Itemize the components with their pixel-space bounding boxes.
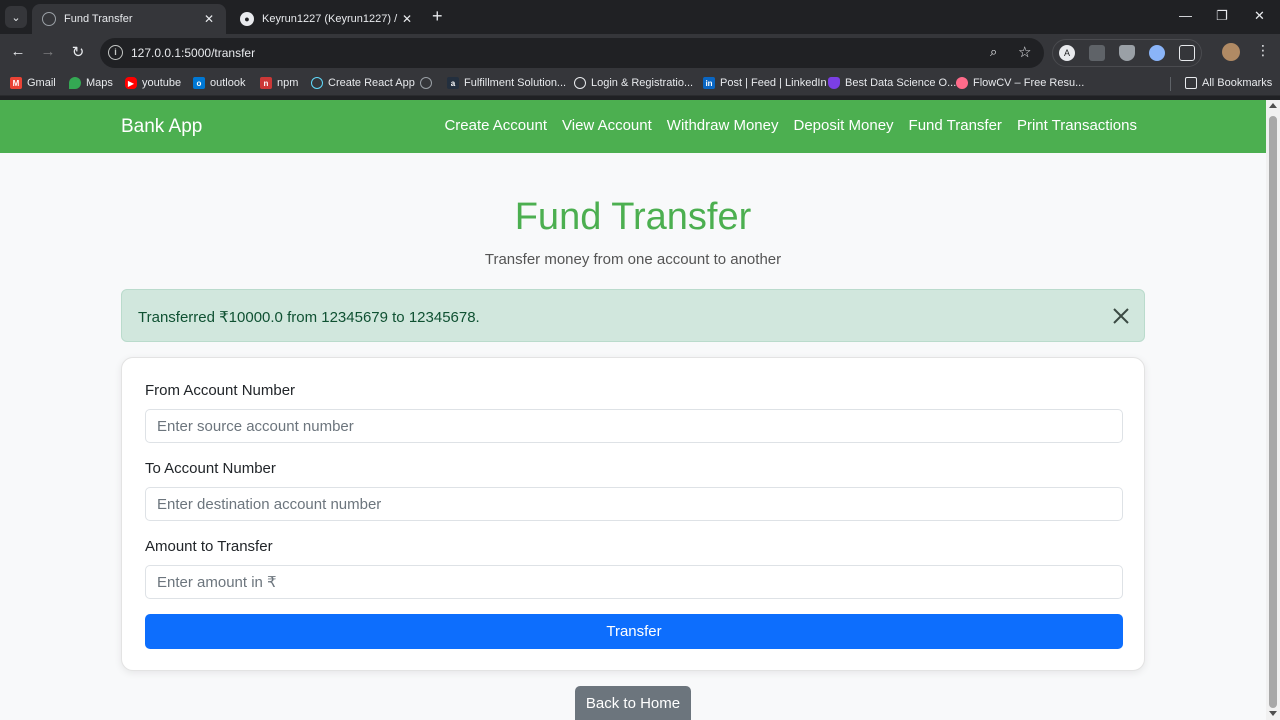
bookmark-npm[interactable]: n npm bbox=[260, 77, 298, 89]
close-icon[interactable] bbox=[1112, 307, 1130, 325]
flowcv-icon bbox=[956, 77, 968, 89]
from-account-input[interactable] bbox=[145, 409, 1123, 443]
all-bookmarks[interactable]: All Bookmarks bbox=[1185, 77, 1272, 89]
bookmark-globe[interactable] bbox=[420, 77, 437, 89]
page-subtitle: Transfer money from one account to anoth… bbox=[484, 251, 782, 268]
alert-message: Transferred ₹10000.0 from 12345679 to 12… bbox=[138, 309, 480, 326]
tab-fund-transfer[interactable]: Fund Transfer ✕ bbox=[32, 4, 226, 34]
close-tab-icon[interactable]: ✕ bbox=[400, 12, 414, 26]
zoom-icon[interactable]: ⌕ bbox=[990, 44, 997, 60]
openai-icon bbox=[574, 77, 586, 89]
nav-withdraw-money[interactable]: Withdraw Money bbox=[667, 117, 779, 134]
amazon-icon: a bbox=[447, 77, 459, 89]
bookmark-linkedin[interactable]: in Post | Feed | LinkedIn bbox=[703, 77, 827, 89]
scroll-down-icon[interactable] bbox=[1269, 711, 1277, 716]
bookmark-fulfillment[interactable]: a Fulfillment Solution... bbox=[447, 77, 566, 89]
transfer-form: From Account Number To Account Number Am… bbox=[121, 357, 1145, 671]
bookmark-star-icon[interactable]: ☆ bbox=[1018, 43, 1031, 61]
bookmark-youtube[interactable]: ▶ youtube bbox=[125, 77, 181, 89]
shield-icon bbox=[828, 77, 840, 89]
to-account-label: To Account Number bbox=[145, 460, 276, 477]
bookmark-label: npm bbox=[277, 77, 299, 89]
scroll-up-icon[interactable] bbox=[1269, 103, 1277, 108]
outlook-icon: o bbox=[193, 77, 205, 89]
folder-icon bbox=[1185, 77, 1197, 89]
back-icon[interactable]: ← bbox=[8, 43, 28, 60]
to-account-input[interactable] bbox=[145, 487, 1123, 521]
new-tab-button[interactable]: + bbox=[432, 7, 443, 25]
bookmark-login[interactable]: Login & Registratio... bbox=[574, 77, 693, 89]
globe-icon bbox=[42, 12, 56, 26]
amount-input[interactable] bbox=[145, 565, 1123, 599]
site-info-icon[interactable]: i bbox=[108, 45, 123, 60]
nav-links: Create Account View Account Withdraw Mon… bbox=[444, 117, 1137, 134]
browser-tab-bar: ⌄ Fund Transfer ✕ ● Keyrun1227 (Keyrun12… bbox=[0, 0, 1280, 34]
all-bookmarks-label: All Bookmarks bbox=[1202, 77, 1273, 89]
bookmark-outlook[interactable]: o outlook bbox=[193, 77, 245, 89]
linkedin-icon: in bbox=[703, 77, 715, 89]
url-text[interactable]: 127.0.0.1:5000/transfer bbox=[131, 46, 255, 60]
transfer-button[interactable]: Transfer bbox=[145, 614, 1123, 649]
react-icon bbox=[311, 77, 323, 89]
bookmark-label: youtube bbox=[142, 77, 182, 89]
forward-icon[interactable]: → bbox=[38, 43, 58, 60]
minimize-icon[interactable]: — bbox=[1179, 8, 1192, 23]
nav-create-account[interactable]: Create Account bbox=[444, 117, 547, 134]
bookmark-label: Gmail bbox=[27, 77, 56, 89]
page-scrollbar[interactable] bbox=[1266, 100, 1280, 720]
bookmark-label: Maps bbox=[86, 77, 113, 89]
bookmark-label: Fulfillment Solution... bbox=[464, 77, 567, 89]
extension-a-icon[interactable]: A bbox=[1059, 45, 1075, 61]
bookmark-label: Create React App bbox=[328, 77, 415, 89]
bookmark-gmail[interactable]: M Gmail bbox=[10, 77, 56, 89]
nav-deposit-money[interactable]: Deposit Money bbox=[793, 117, 893, 134]
bookmark-label: Post | Feed | LinkedIn bbox=[720, 77, 827, 89]
extension-folder-icon[interactable] bbox=[1089, 45, 1105, 61]
extension-shield-icon[interactable] bbox=[1119, 45, 1135, 61]
restore-icon[interactable]: ❐ bbox=[1216, 8, 1228, 24]
youtube-icon: ▶ bbox=[125, 77, 137, 89]
nav-fund-transfer[interactable]: Fund Transfer bbox=[909, 117, 1002, 134]
tab-search-button[interactable]: ⌄ bbox=[5, 6, 27, 28]
bookmark-maps[interactable]: Maps bbox=[69, 77, 113, 89]
bookmark-label: outlook bbox=[210, 77, 246, 89]
from-account-label: From Account Number bbox=[145, 382, 296, 399]
bookmarks-divider bbox=[1170, 77, 1171, 91]
globe-icon bbox=[420, 77, 432, 89]
bookmarks-bar: M Gmail Maps ▶ youtube o outlook n npm C… bbox=[0, 72, 1280, 96]
bookmark-flowcv[interactable]: FlowCV – Free Resu... bbox=[956, 77, 1084, 89]
bookmark-label: Best Data Science O... bbox=[845, 77, 957, 89]
close-tab-icon[interactable]: ✕ bbox=[202, 12, 216, 26]
extension-bot-icon[interactable] bbox=[1149, 45, 1165, 61]
tab-title: Fund Transfer bbox=[64, 13, 133, 25]
app-navbar: Bank App Create Account View Account Wit… bbox=[0, 100, 1266, 153]
reload-icon[interactable]: ↻ bbox=[68, 43, 88, 61]
maps-icon bbox=[69, 77, 81, 89]
address-bar[interactable]: i 127.0.0.1:5000/transfer ⌕ ☆ bbox=[100, 38, 1044, 68]
scrollbar-thumb[interactable] bbox=[1269, 116, 1277, 708]
profile-avatar[interactable] bbox=[1222, 43, 1240, 61]
nav-view-account[interactable]: View Account bbox=[562, 117, 652, 134]
page-viewport: Bank App Create Account View Account Wit… bbox=[0, 100, 1266, 720]
success-alert: Transferred ₹10000.0 from 12345679 to 12… bbox=[121, 289, 1145, 342]
extensions-puzzle-icon[interactable] bbox=[1179, 45, 1195, 61]
amount-label: Amount to Transfer bbox=[145, 538, 273, 555]
bookmark-create-react-app[interactable]: Create React App bbox=[311, 77, 415, 89]
github-icon: ● bbox=[240, 12, 254, 26]
npm-icon: n bbox=[260, 77, 272, 89]
page-title: Fund Transfer bbox=[514, 196, 752, 238]
tab-title: Keyrun1227 (Keyrun1227) / Rep bbox=[262, 13, 400, 25]
bookmark-label: Login & Registratio... bbox=[591, 77, 694, 89]
bookmark-label: FlowCV – Free Resu... bbox=[973, 77, 1085, 89]
browser-toolbar: ← → ↻ i 127.0.0.1:5000/transfer ⌕ ☆ A ⋮ bbox=[0, 34, 1280, 72]
tab-github[interactable]: ● Keyrun1227 (Keyrun1227) / Rep ✕ bbox=[230, 4, 424, 34]
back-to-home-button[interactable]: Back to Home bbox=[575, 686, 691, 720]
brand-link[interactable]: Bank App bbox=[121, 116, 202, 138]
bookmark-data-science[interactable]: Best Data Science O... bbox=[828, 77, 956, 89]
close-window-icon[interactable]: ✕ bbox=[1254, 8, 1265, 24]
gmail-icon: M bbox=[10, 77, 22, 89]
nav-print-transactions[interactable]: Print Transactions bbox=[1017, 117, 1137, 134]
extensions-group: A bbox=[1052, 39, 1202, 67]
menu-kebab-icon[interactable]: ⋮ bbox=[1256, 42, 1270, 59]
